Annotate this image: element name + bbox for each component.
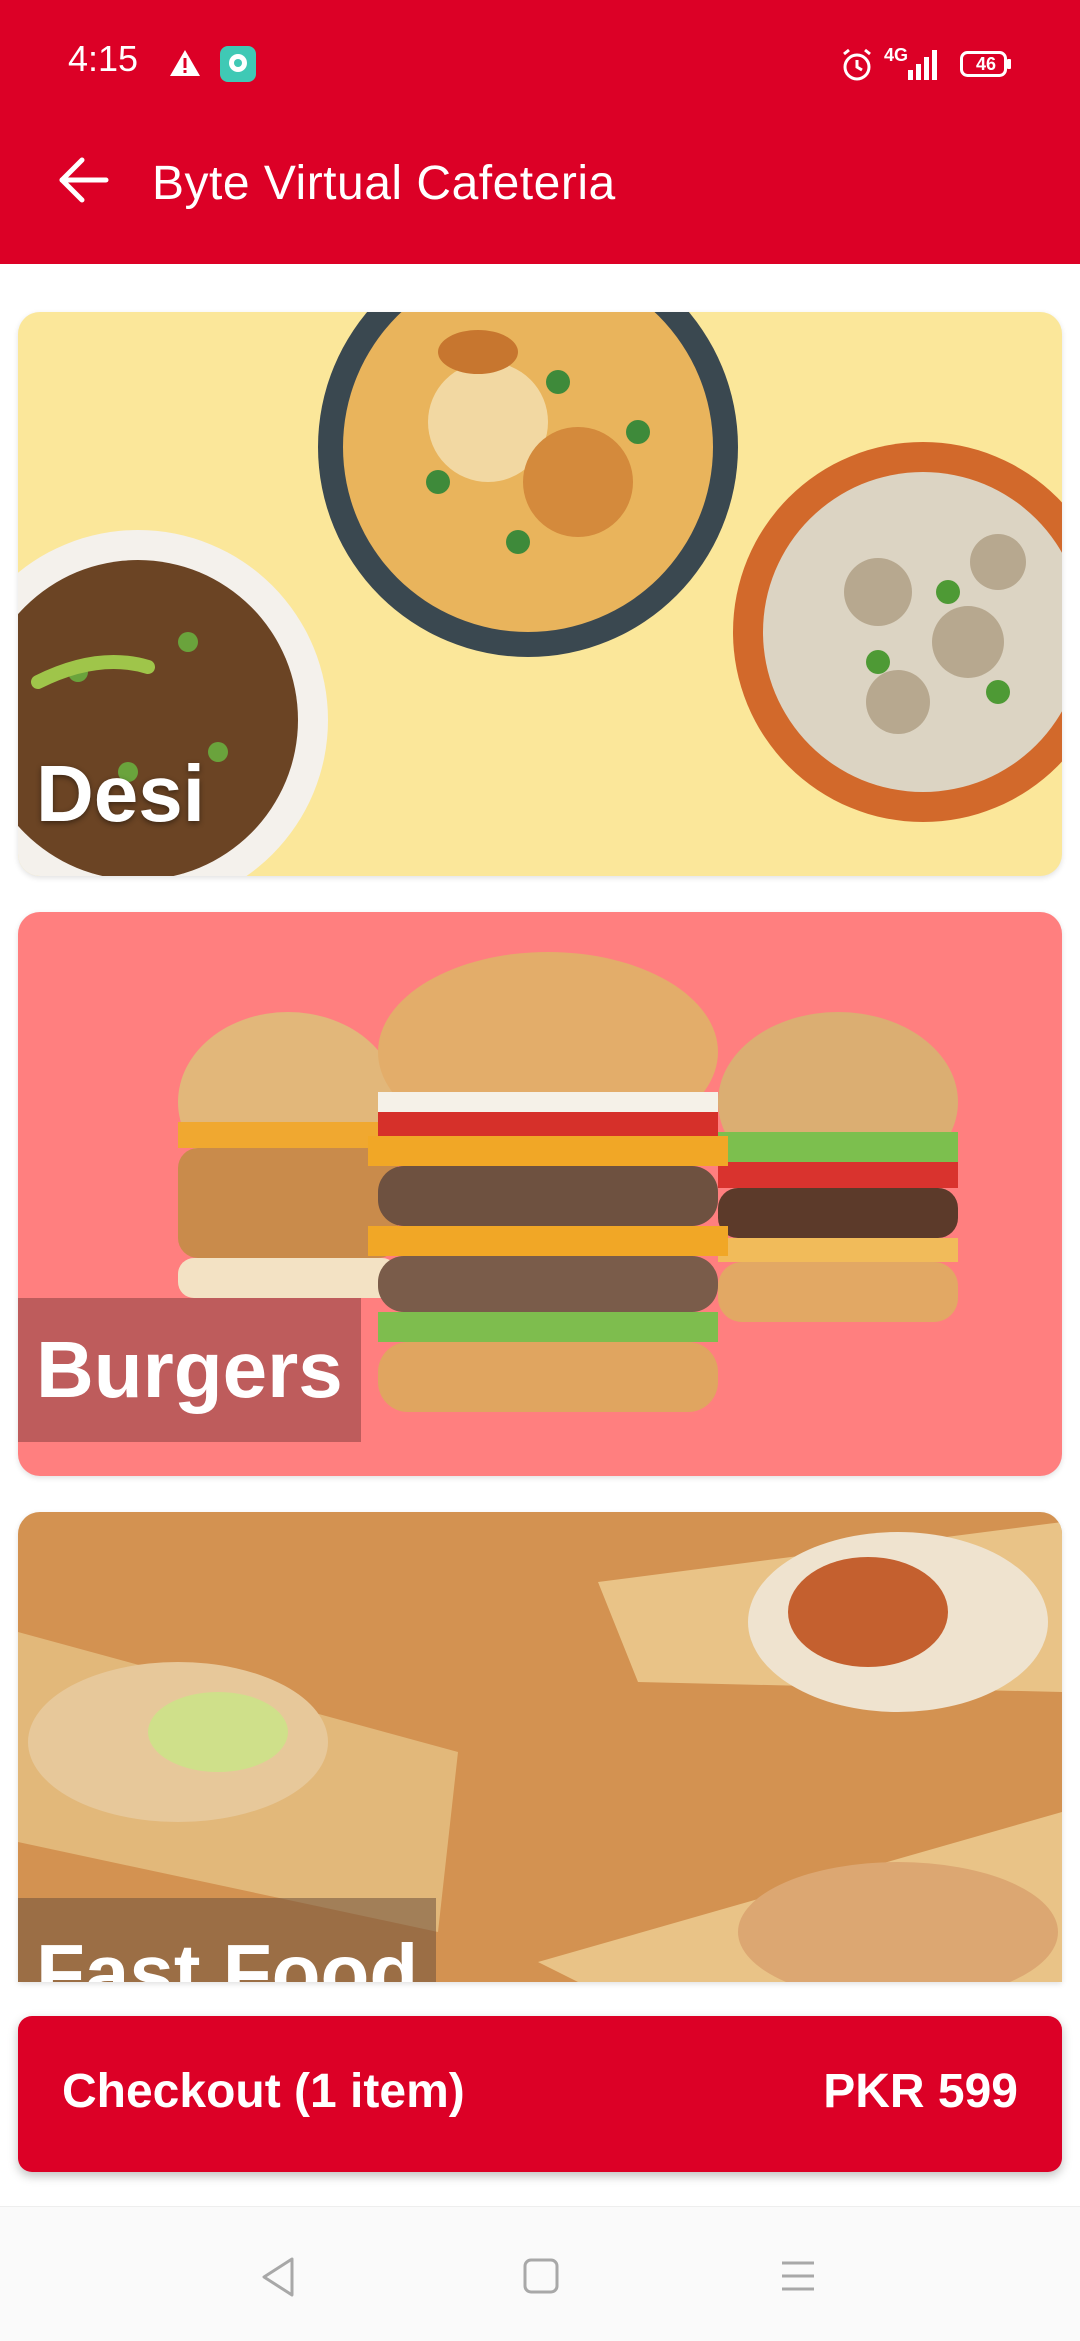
signal-icon [908, 50, 937, 80]
app-bar: 4:15 4G 46 Byte Virtual Cafeteria [0, 0, 1080, 264]
category-card-fast-food[interactable]: Fast Food [18, 1512, 1062, 1982]
checkout-price: PKR 599 [823, 2065, 1018, 2118]
checkout-button[interactable]: Checkout (1 item) PKR 599 [18, 2016, 1062, 2172]
chat-app-icon [220, 46, 256, 82]
nav-recents-icon[interactable] [778, 2259, 818, 2293]
nav-back-icon[interactable] [258, 2255, 298, 2299]
status-time: 4:15 [68, 38, 139, 79]
category-label-burgers: Burgers [18, 1298, 361, 1442]
network-type: 4G [884, 45, 909, 65]
page-title: Byte Virtual Cafeteria [152, 157, 616, 210]
category-card-desi[interactable]: Desi [18, 312, 1062, 876]
battery-level: 46 [975, 54, 997, 74]
category-card-burgers[interactable]: Burgers [18, 912, 1062, 1476]
checkout-label: Checkout (1 item) [62, 2065, 465, 2118]
warning-icon [170, 50, 200, 76]
status-bar: 4:15 4G 46 [0, 0, 1080, 132]
alarm-icon [843, 48, 871, 81]
nav-home-icon[interactable] [522, 2257, 560, 2295]
arrow-left-icon[interactable] [56, 156, 112, 204]
system-nav-bar [0, 2206, 1080, 2341]
category-label-fast-food: Fast Food [18, 1898, 437, 1982]
category-label-desi: Desi [36, 749, 205, 838]
